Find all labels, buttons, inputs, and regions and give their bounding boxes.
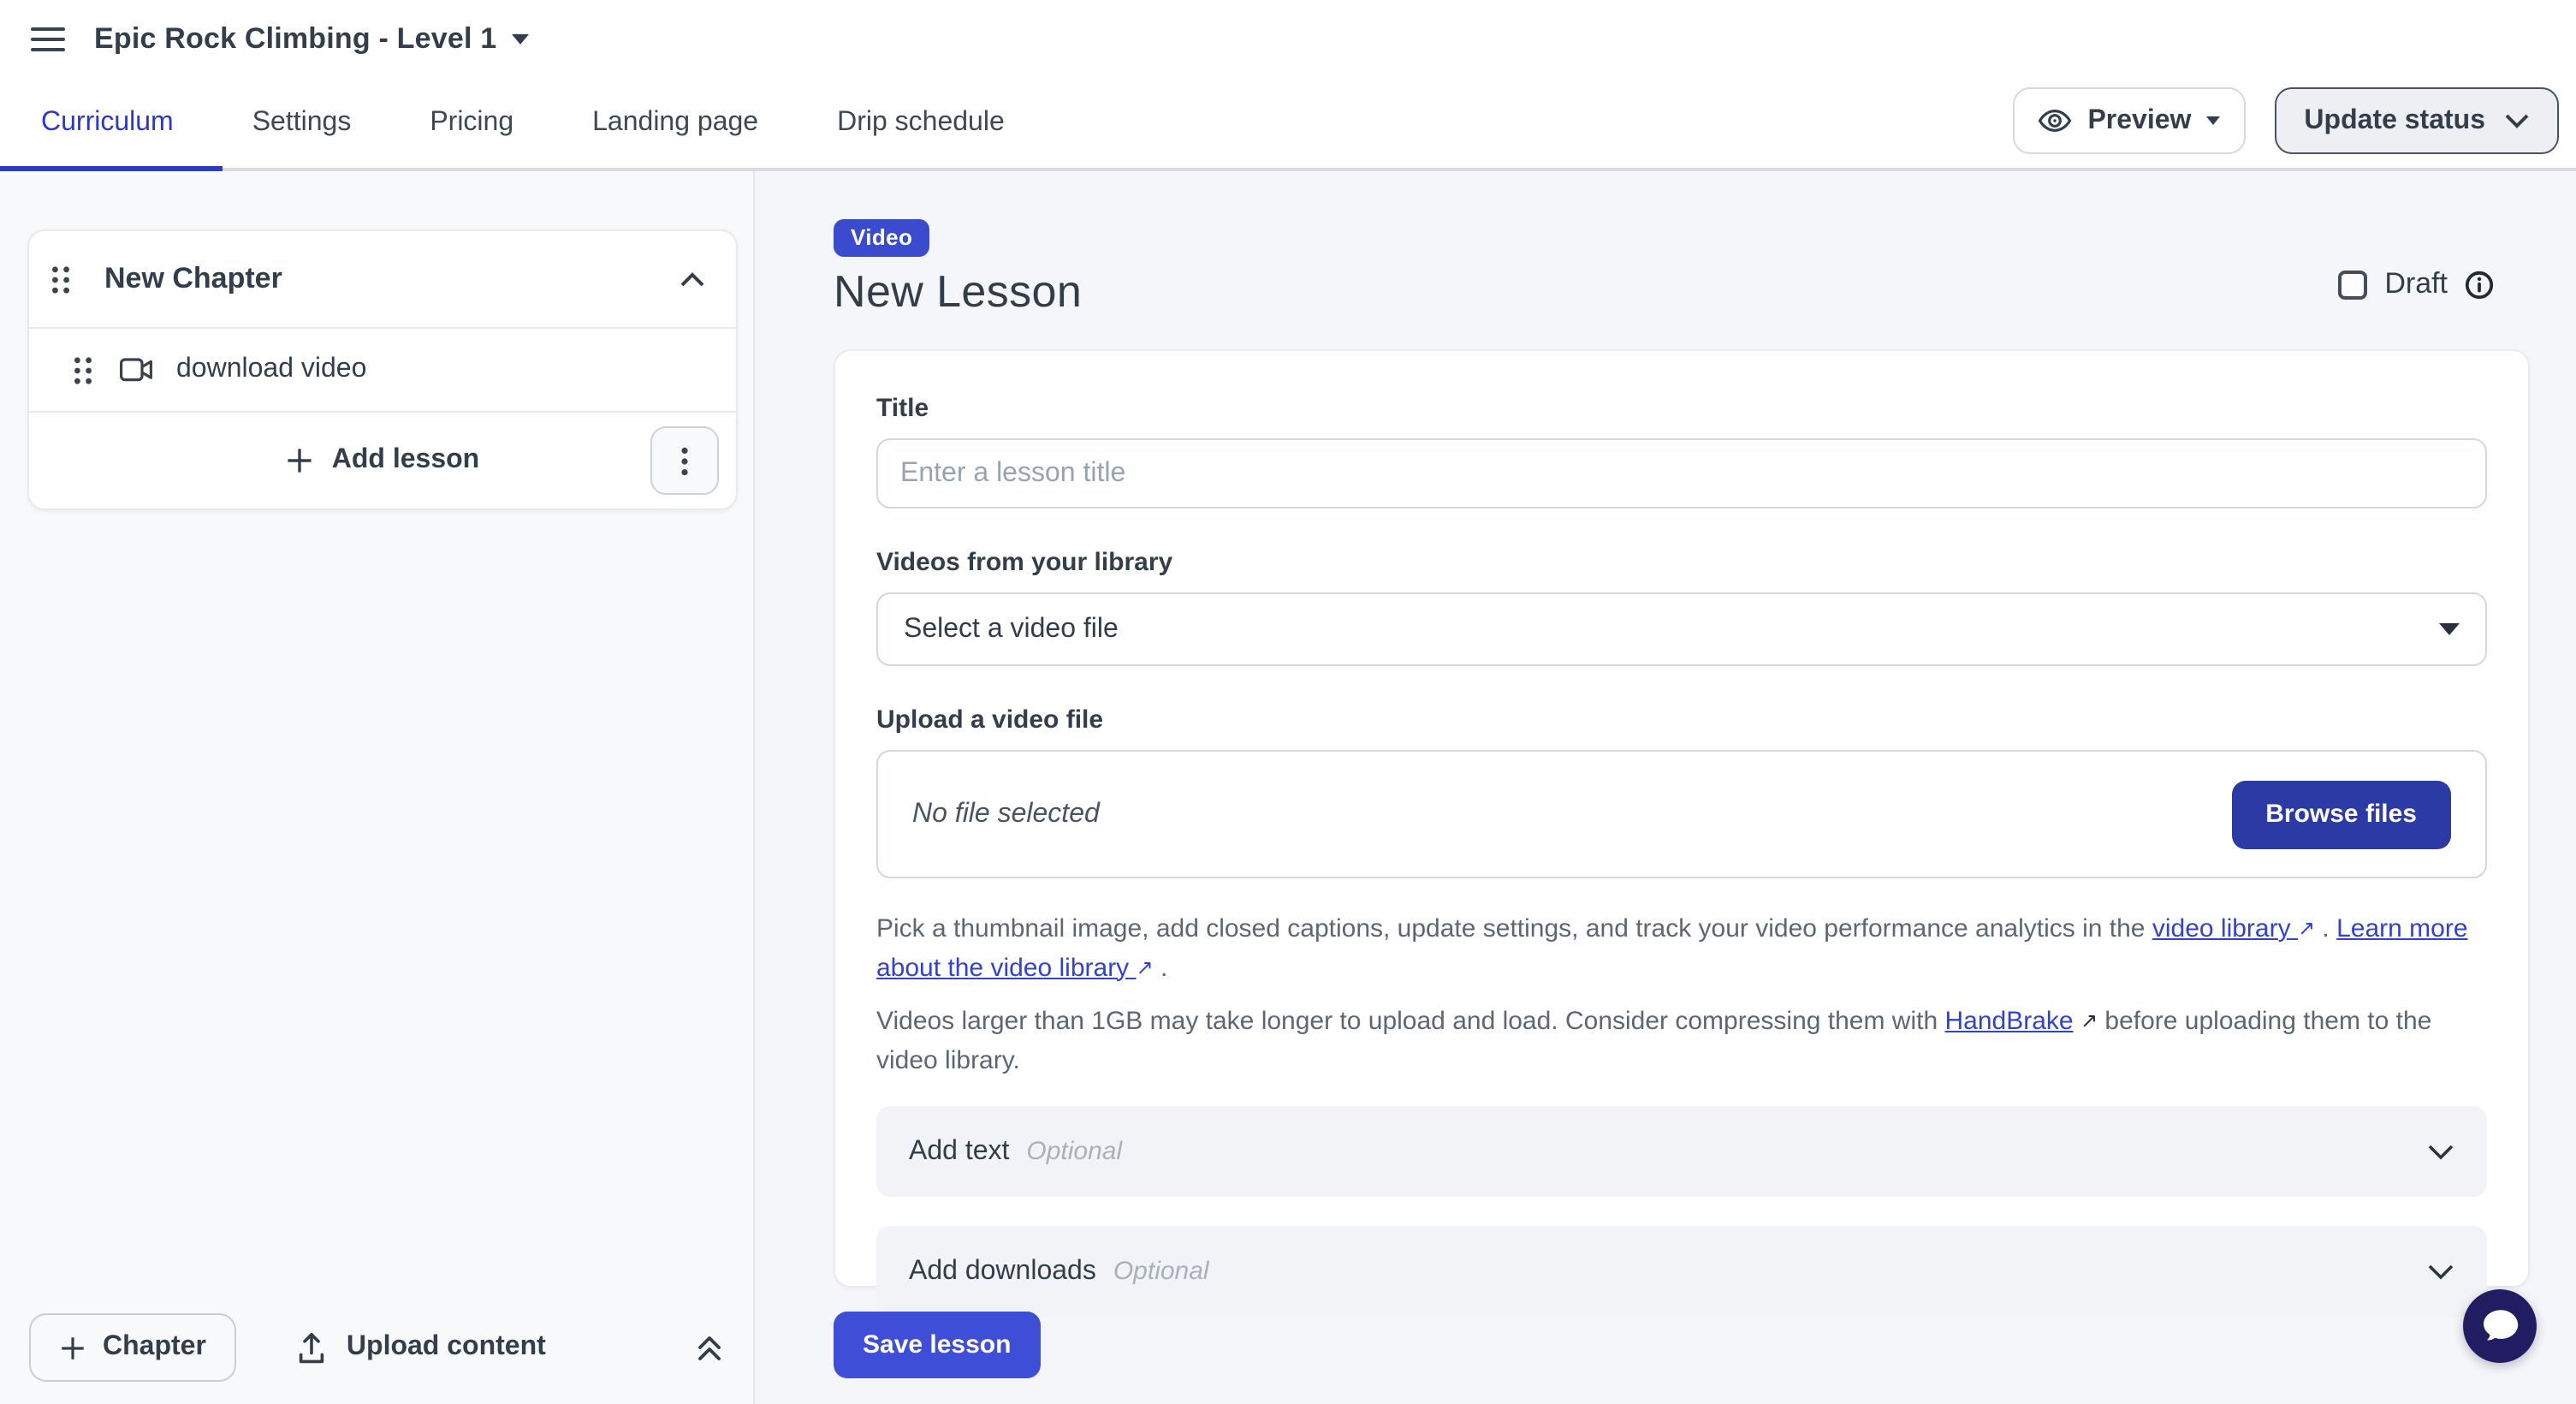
- draft-toggle-group: Draft: [2338, 267, 2494, 301]
- lesson-header: Video New Lesson: [834, 219, 1082, 318]
- help-text: Videos larger than 1GB may take longer t…: [876, 1007, 1945, 1036]
- tab-pricing[interactable]: Pricing: [430, 108, 513, 139]
- chat-bubble-icon: [2480, 1308, 2520, 1344]
- no-file-selected-text: No file selected: [912, 799, 1100, 830]
- optional-hint: Optional: [1026, 1137, 1122, 1166]
- chat-launcher-button[interactable]: [2463, 1289, 2537, 1363]
- hamburger-icon: [31, 26, 65, 53]
- page-title: New Lesson: [834, 265, 1082, 318]
- lesson-row[interactable]: download video: [29, 327, 736, 411]
- handbrake-link-label: HandBrake: [1945, 1007, 2074, 1036]
- external-link-icon: ↗: [2298, 913, 2315, 943]
- handbrake-link[interactable]: HandBrake: [1945, 1007, 2074, 1036]
- video-camera-icon: [120, 358, 152, 382]
- add-lesson-button[interactable]: Add lesson: [29, 413, 736, 509]
- top-bar: Epic Rock Climbing - Level 1 Curriculum …: [0, 0, 2576, 171]
- caret-down-icon: [2206, 116, 2220, 125]
- external-link-icon: ↗: [2080, 1005, 2098, 1036]
- add-text-accordion[interactable]: Add text Optional: [876, 1106, 2487, 1197]
- active-tab-underline: [0, 166, 223, 171]
- plus-icon: [60, 1335, 86, 1360]
- help-text: Pick a thumbnail image, add closed capti…: [876, 914, 2152, 943]
- upload-field-label: Upload a video file: [876, 705, 2487, 735]
- add-lesson-label: Add lesson: [332, 445, 479, 476]
- title-bar: Epic Rock Climbing - Level 1: [27, 0, 529, 79]
- lesson-type-badge: Video: [834, 219, 929, 257]
- top-bar-actions: Preview Update status: [2012, 87, 2559, 154]
- tab-curriculum[interactable]: Curriculum: [41, 108, 174, 139]
- add-chapter-button[interactable]: Chapter: [29, 1313, 237, 1382]
- eye-icon: [2036, 103, 2072, 139]
- help-text: .: [1154, 953, 1168, 982]
- caret-down-icon: [512, 34, 529, 45]
- chevron-down-icon: [2427, 1143, 2454, 1160]
- video-upload-dropzone[interactable]: No file selected Browse files: [876, 750, 2487, 878]
- kebab-menu-icon: [681, 446, 688, 475]
- video-library-select-value: Select a video file: [904, 614, 1119, 645]
- video-library-help-text: Pick a thumbnail image, add closed capti…: [876, 911, 2487, 988]
- upload-content-button[interactable]: Upload content: [287, 1330, 556, 1365]
- chapter-header[interactable]: New Chapter: [29, 231, 736, 327]
- video-library-link-label: video library: [2152, 914, 2291, 943]
- chevron-down-icon: [2504, 113, 2530, 128]
- help-text: .: [2315, 914, 2336, 943]
- add-text-label: Add text: [909, 1136, 1009, 1167]
- lesson-editor-main: Video New Lesson Draft Title Videos from…: [755, 171, 2576, 1404]
- chapter-options-button[interactable]: [650, 426, 719, 495]
- collapse-chapter-button[interactable]: [673, 265, 712, 294]
- add-chapter-label: Chapter: [103, 1332, 206, 1363]
- chevron-down-icon: [2427, 1263, 2454, 1280]
- video-library-field-label: Videos from your library: [876, 548, 2487, 577]
- tab-landing-page[interactable]: Landing page: [592, 108, 758, 139]
- sidebar-footer: Chapter Upload content: [29, 1313, 731, 1382]
- video-library-link[interactable]: video library ↗: [2152, 914, 2315, 943]
- chapter-title: New Chapter: [104, 262, 282, 296]
- tab-drip-schedule[interactable]: Drip schedule: [837, 108, 1005, 139]
- caret-down-icon: [2439, 623, 2460, 635]
- update-status-label: Update status: [2304, 105, 2485, 136]
- lesson-title-input[interactable]: [876, 438, 2487, 509]
- update-status-button[interactable]: Update status: [2275, 87, 2559, 154]
- add-downloads-accordion[interactable]: Add downloads Optional: [876, 1226, 2487, 1317]
- add-lesson-row: Add lesson: [29, 411, 736, 509]
- upload-content-label: Upload content: [347, 1332, 546, 1363]
- browse-files-button[interactable]: Browse files: [2231, 780, 2451, 848]
- title-field-label: Title: [876, 394, 2487, 423]
- info-icon[interactable]: [2465, 270, 2494, 299]
- drag-handle-icon[interactable]: [74, 355, 92, 384]
- preview-button[interactable]: Preview: [2012, 87, 2246, 154]
- course-title: Epic Rock Climbing - Level 1: [94, 22, 496, 57]
- upload-icon: [297, 1331, 328, 1364]
- lesson-title: download video: [176, 354, 366, 385]
- drag-handle-icon[interactable]: [51, 265, 70, 294]
- tab-settings[interactable]: Settings: [252, 108, 352, 139]
- lesson-form-card: Title Videos from your library Select a …: [834, 349, 2530, 1288]
- compression-help-text: Videos larger than 1GB may take longer t…: [876, 1003, 2487, 1080]
- draft-label: Draft: [2384, 267, 2448, 301]
- preview-button-label: Preview: [2087, 105, 2191, 136]
- draft-checkbox[interactable]: [2338, 270, 2367, 299]
- plus-icon: [286, 447, 313, 474]
- optional-hint: Optional: [1113, 1257, 1209, 1286]
- external-link-icon: ↗: [1137, 951, 1154, 982]
- chapter-card: New Chapter: [27, 229, 738, 510]
- lesson-editor-page: Epic Rock Climbing - Level 1 Curriculum …: [0, 0, 2576, 1404]
- save-lesson-button[interactable]: Save lesson: [834, 1312, 1040, 1378]
- course-title-dropdown[interactable]: Epic Rock Climbing - Level 1: [94, 22, 529, 57]
- double-chevron-up-icon: [695, 1333, 724, 1362]
- add-downloads-label: Add downloads: [909, 1256, 1096, 1287]
- course-tabs: Curriculum Settings Pricing Landing page…: [41, 79, 1005, 168]
- menu-button[interactable]: [27, 22, 68, 57]
- video-library-select[interactable]: Select a video file: [876, 592, 2487, 666]
- curriculum-sidebar: New Chapter: [0, 171, 755, 1404]
- chevron-up-icon: [680, 271, 705, 287]
- collapse-all-button[interactable]: [688, 1326, 731, 1369]
